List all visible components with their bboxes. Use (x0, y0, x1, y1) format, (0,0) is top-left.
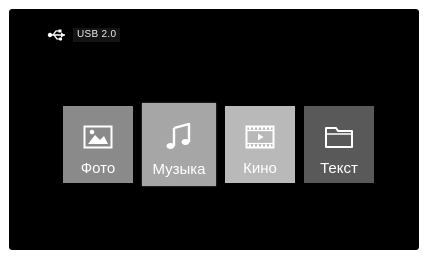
video-icon (245, 125, 275, 149)
usb-icon (47, 29, 65, 41)
device-indicator: USB 2.0 (47, 28, 121, 42)
tile-label: Музыка (152, 161, 206, 178)
tile-label: Текст (320, 160, 358, 177)
music-icon (166, 122, 191, 149)
folder-icon (325, 127, 353, 148)
photo-icon (83, 125, 113, 149)
tile-label: Фото (80, 160, 116, 177)
tile-photo[interactable]: Фото (63, 106, 133, 183)
tile-text[interactable]: Текст (304, 106, 374, 183)
tile-label: Кино (243, 160, 277, 177)
media-player-screen: USB 2.0 Фото Музыка Кино Текст (9, 9, 419, 250)
tile-music[interactable]: Музыка (142, 103, 216, 186)
device-label: USB 2.0 (73, 28, 121, 42)
tile-video[interactable]: Кино (225, 106, 295, 183)
